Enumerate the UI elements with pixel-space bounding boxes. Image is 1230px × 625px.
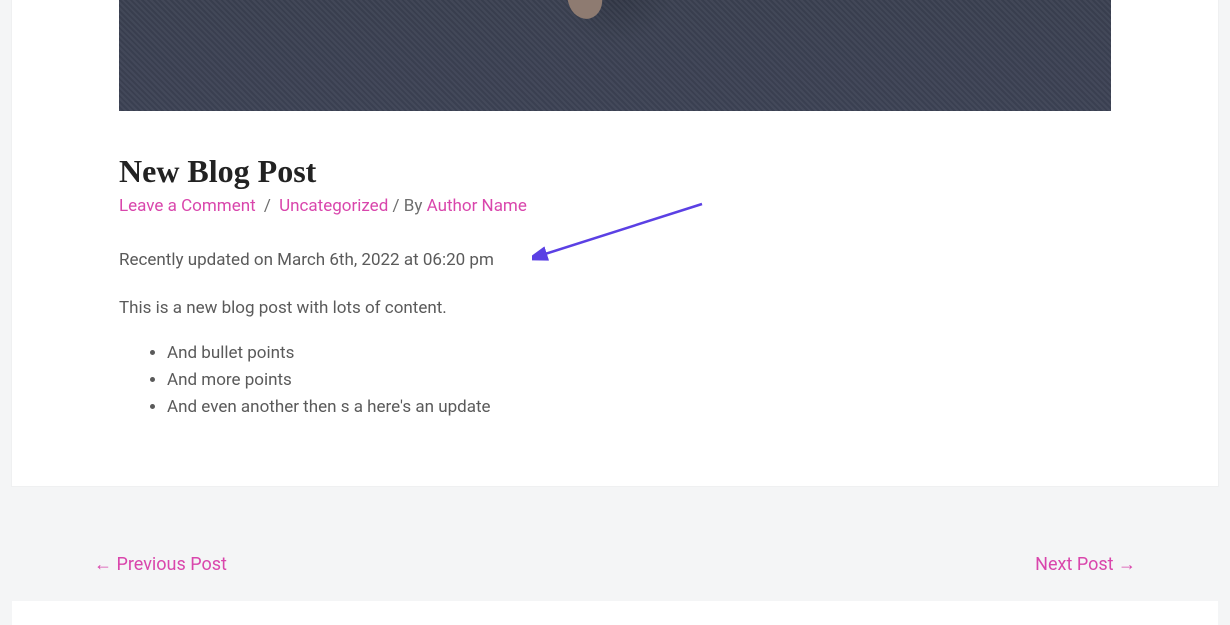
post-title: New Blog Post bbox=[119, 153, 1111, 190]
next-post-label: Next Post bbox=[1035, 554, 1113, 575]
arrow-left-icon: ← bbox=[94, 554, 112, 575]
post-navigation: ← Previous Post Next Post → bbox=[12, 527, 1218, 601]
post-meta: Leave a Comment / Uncategorized / By Aut… bbox=[119, 194, 1111, 220]
meta-separator: / bbox=[264, 196, 271, 216]
arrow-right-icon: → bbox=[1118, 554, 1136, 575]
list-item: And even another then s a here's an upda… bbox=[167, 394, 1111, 421]
next-post-link[interactable]: Next Post → bbox=[1035, 554, 1136, 575]
previous-post-link[interactable]: ← Previous Post bbox=[94, 554, 227, 575]
bullet-list: And bullet points And more points And ev… bbox=[143, 340, 1111, 422]
featured-image bbox=[119, 0, 1111, 111]
next-section-top bbox=[12, 601, 1218, 625]
last-updated-text: Recently updated on March 6th, 2022 at 0… bbox=[119, 250, 1111, 270]
post-intro: This is a new blog post with lots of con… bbox=[119, 298, 1111, 318]
author-link[interactable]: Author Name bbox=[427, 196, 527, 216]
leave-comment-link[interactable]: Leave a Comment bbox=[119, 196, 256, 216]
featured-image-detail bbox=[563, 0, 606, 23]
category-link[interactable]: Uncategorized bbox=[279, 196, 388, 216]
list-item: And more points bbox=[167, 367, 1111, 394]
by-label: / By bbox=[393, 196, 423, 216]
previous-post-label: Previous Post bbox=[116, 554, 226, 575]
list-item: And bullet points bbox=[167, 340, 1111, 367]
